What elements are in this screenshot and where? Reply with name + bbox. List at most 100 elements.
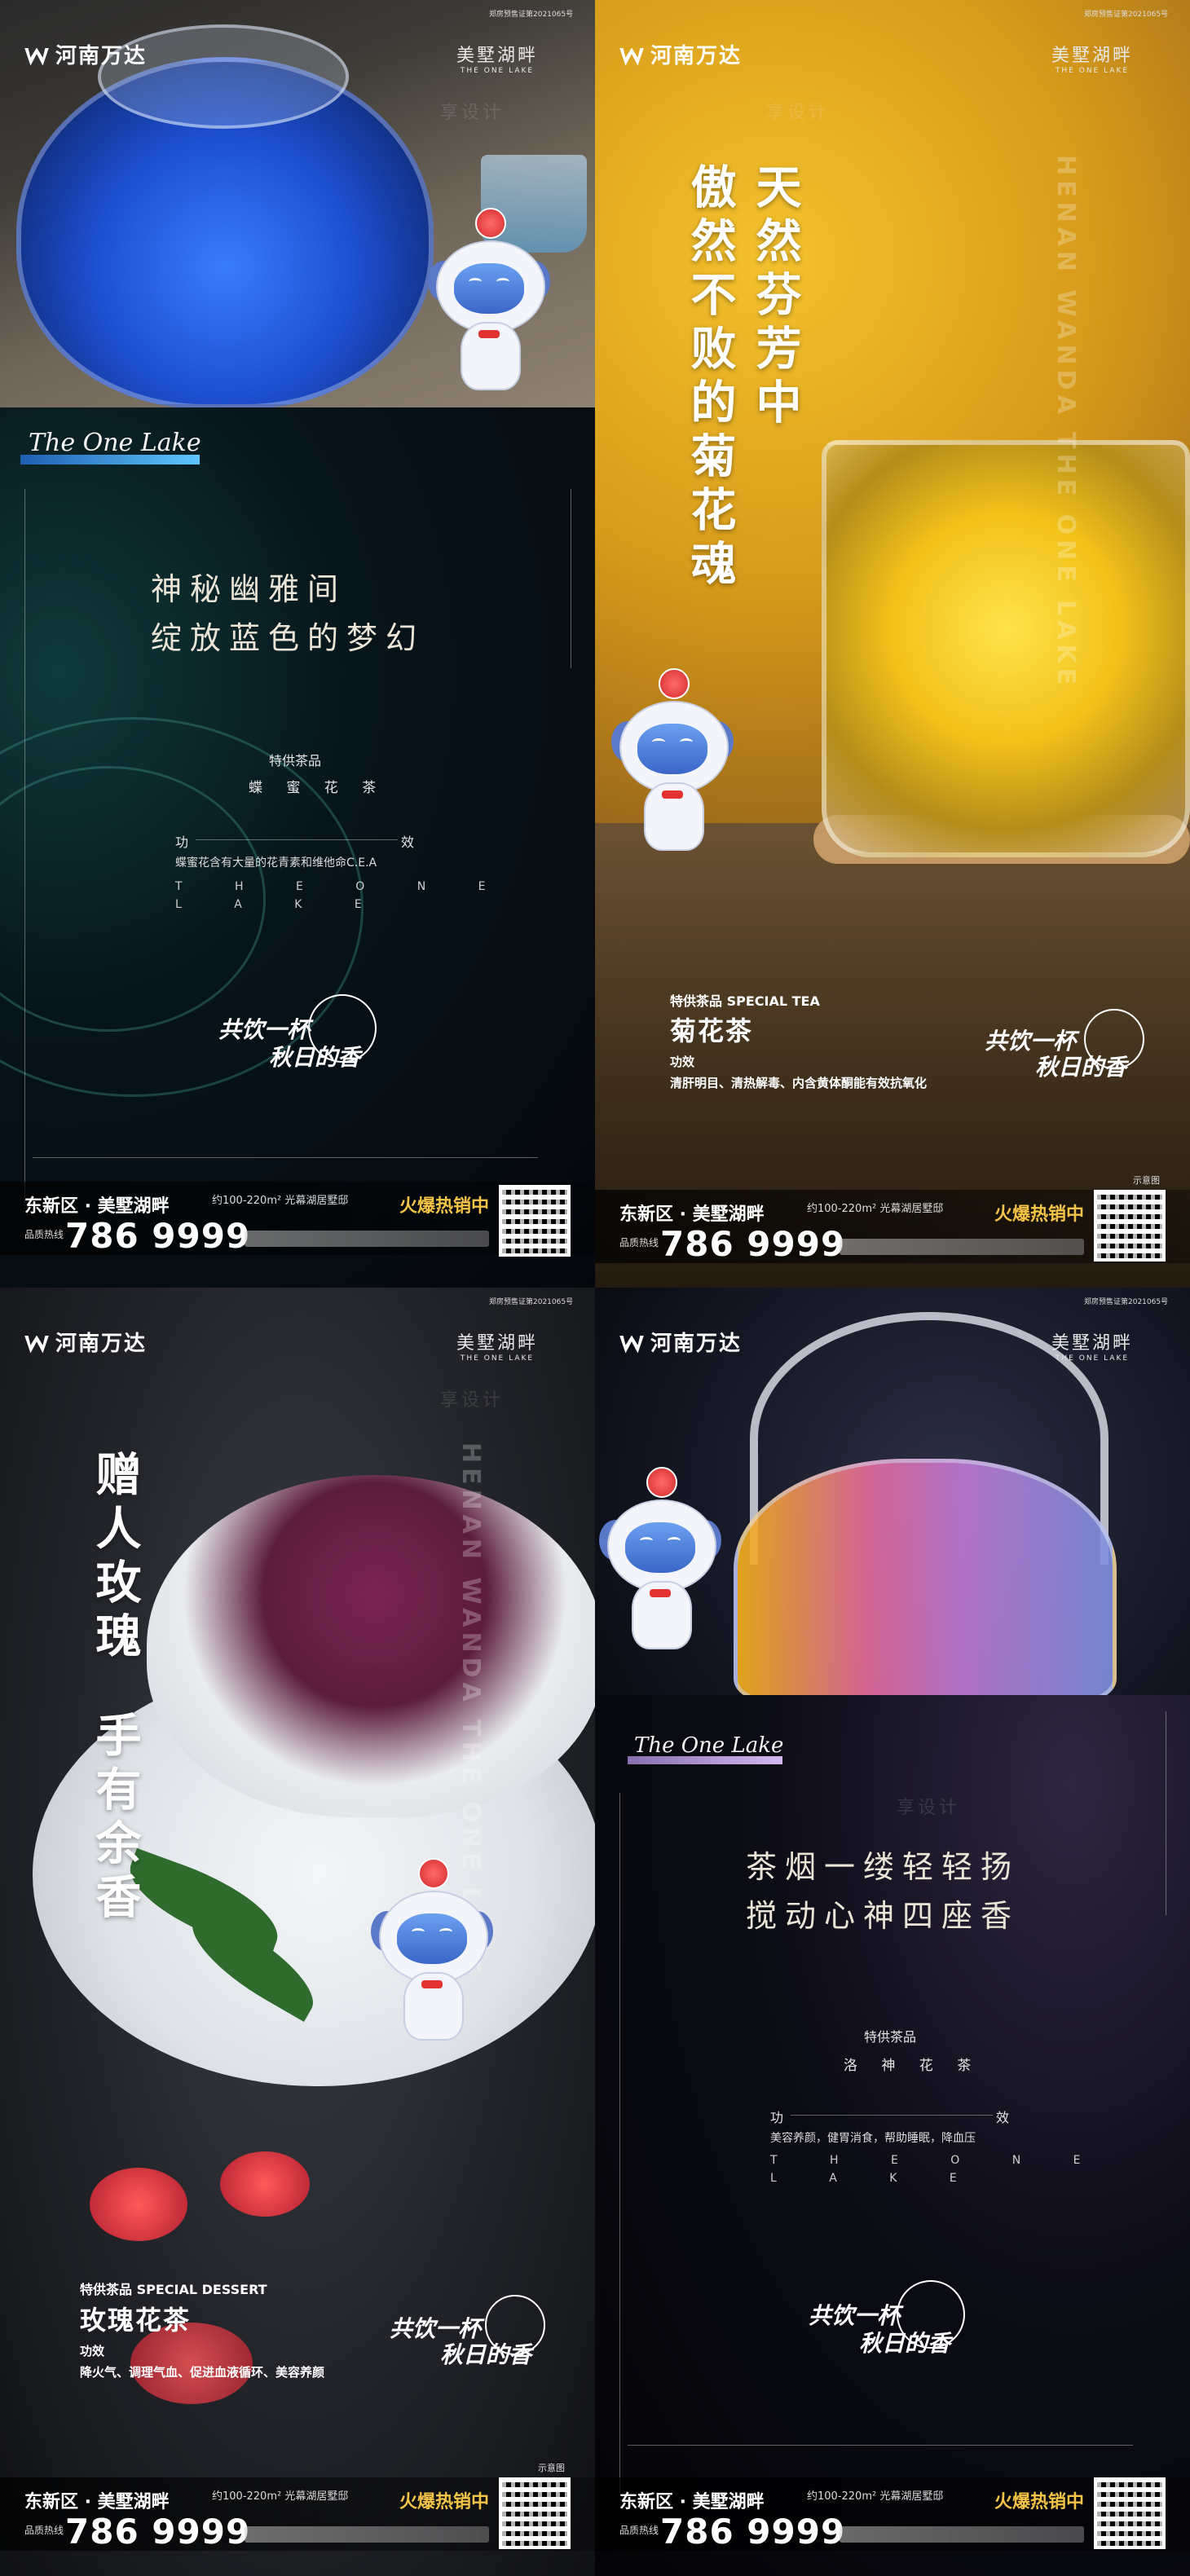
mascot-eye — [496, 278, 509, 285]
project-en: THE ONE LAKE — [460, 67, 535, 75]
phone-prefix: 品质热线 — [24, 1229, 64, 1240]
watermark: 享设计 — [440, 1390, 505, 1411]
mascot-face — [637, 724, 707, 774]
flower-tea-kettle-image — [734, 1459, 1117, 1703]
footer-hot: 火爆热销中 — [994, 2492, 1085, 2512]
mascot-eye — [412, 1928, 425, 1935]
qr-pattern — [1097, 2481, 1162, 2546]
rose-icon — [646, 1467, 677, 1498]
phone-number: 786 9999 — [660, 2512, 846, 2552]
script-logo-text: The One Lake — [634, 1733, 784, 1758]
project-logo: 美墅湖畔 THE ONE LAKE — [1051, 41, 1133, 75]
sample-label: 示意图 — [538, 2463, 565, 2473]
project-logo: 美墅湖畔 THE ONE LAKE — [456, 1328, 538, 1363]
rose-flower-image — [90, 2168, 187, 2241]
project-en: THE ONE LAKE — [460, 1354, 535, 1363]
slogan-line2: 秋日的香 — [440, 2341, 532, 2368]
footer-divider — [33, 1157, 538, 1158]
mascot-bow — [478, 330, 500, 338]
project-name: 美墅湖畔 — [1051, 46, 1134, 66]
phone-number: 786 9999 — [660, 1224, 846, 1264]
footer-bar: 东新区 · 美墅湖畔 约100-220m² 光幕湖居墅邸 火爆热销中 品质热线 … — [595, 1190, 1190, 1264]
vertical-title-line2: 傲然不败的菊花魂 — [683, 163, 736, 593]
footer-bar: 东新区 · 美墅湖畔 约100-220m² 光幕湖居墅邸 火爆热销中 品质热线 … — [0, 2477, 595, 2552]
panel-roselle: 河南万达 郑房预售证第2021065号 美墅湖畔 THE ONE LAKE Th… — [595, 1288, 1190, 2576]
chrysanthemum-glass-image — [822, 440, 1190, 857]
effect-left: 功 — [770, 2110, 784, 2125]
script-logo-text: The One Lake — [29, 429, 201, 457]
tea-name: 蝶 蜜 花 茶 — [249, 780, 386, 796]
footer-area: 约100-220m² 光幕湖居墅邸 — [212, 2490, 349, 2503]
footer-bar: 东新区 · 美墅湖畔 约100-220m² 光幕湖居墅邸 火爆热销中 品质热线 … — [0, 1182, 595, 1257]
tea-name: 洛 神 花 茶 — [844, 2058, 981, 2074]
letters-row2: L A K E — [175, 898, 386, 911]
vertical-brand-en: HENAN WANDA THE ONE LAKE — [1051, 155, 1080, 690]
project-logo: 美墅湖畔 THE ONE LAKE — [456, 41, 538, 75]
vertical-title-line1: 赠人玫瑰 — [88, 1451, 141, 1666]
slogan-line1: 共饮一杯 — [809, 2302, 901, 2329]
project-name: 美墅湖畔 — [456, 46, 539, 66]
headline-line2: 绽放蓝色的梦幻 — [151, 620, 425, 656]
qr-code[interactable] — [1094, 1190, 1166, 1262]
headline-line1: 神秘幽雅间 — [151, 571, 347, 607]
qr-pattern — [502, 1188, 567, 1253]
panel-butterfly-pea: 河南万达 郑房预售证第2021065号 美墅湖畔 THE ONE LAKE Th… — [0, 0, 595, 1288]
mascot-eye — [668, 1537, 681, 1544]
qr-code[interactable] — [1094, 2477, 1166, 2549]
logo-text: 河南万达 — [650, 44, 743, 68]
letters-row1: T H E O N E — [175, 880, 510, 893]
watermark: 享设计 — [766, 103, 831, 123]
footer-blur — [840, 2526, 1084, 2543]
mascot-face — [397, 1913, 467, 1964]
wanda-logo-icon — [24, 47, 49, 66]
vertical-title-line1: 天然芬芳中 — [748, 163, 801, 432]
rose-flower-image — [220, 2151, 310, 2217]
special-label: 特供茶品 — [269, 753, 322, 768]
footer-blur — [245, 2526, 489, 2543]
panel-chrysanthemum: 河南万达 郑房预售证第2021065号 美墅湖畔 THE ONE LAKE HE… — [595, 0, 1190, 1288]
logo-text: 河南万达 — [650, 1332, 743, 1356]
phone-prefix: 品质热线 — [619, 2525, 659, 2536]
mascot-image — [611, 668, 734, 856]
qr-code[interactable] — [499, 1185, 571, 1257]
frame-line — [24, 489, 25, 1206]
sample-label: 示意图 — [1133, 1175, 1160, 1186]
effect-label: 功效 — [670, 1055, 695, 1069]
watermark: 享设计 — [897, 1798, 961, 1818]
footer-address: 东新区 · 美墅湖畔 — [619, 2492, 765, 2512]
special-label: 特供茶品 SPECIAL TEA — [670, 993, 820, 1009]
footer-hot: 火爆热销中 — [399, 1196, 490, 1217]
phone-number: 786 9999 — [65, 2512, 251, 2552]
effect-line — [791, 2115, 993, 2116]
script-logo: The One Lake — [20, 424, 216, 481]
letters-row1: T H E O N E — [770, 2154, 1105, 2167]
footer-divider — [628, 2445, 1133, 2446]
headline-line2: 搅动心神四座香 — [746, 1898, 1020, 1934]
logo-text: 河南万达 — [55, 44, 148, 68]
mascot-eye — [680, 738, 693, 746]
slogan-line2: 秋日的香 — [269, 1044, 361, 1071]
project-name: 美墅湖畔 — [1051, 1333, 1134, 1354]
mascot-image — [371, 1858, 493, 2045]
footer-blur — [840, 1239, 1084, 1255]
wanda-logo-icon — [24, 1335, 49, 1354]
rose-icon — [475, 208, 506, 239]
frame-line — [619, 1793, 620, 2494]
wanda-logo: 河南万达 — [619, 1327, 742, 1357]
wanda-logo: 河南万达 — [24, 1327, 147, 1357]
effect-text: 清肝明目、清热解毒、内含黄体酮能有效抗氧化 — [670, 1076, 928, 1090]
permit-text: 郑房预售证第2021065号 — [1084, 11, 1169, 19]
tea-name: 玫瑰花茶 — [80, 2305, 192, 2336]
footer-blur — [245, 1231, 489, 1247]
effect-desc: 蝶蜜花含有大量的花青素和维他命C.E.A — [175, 856, 377, 870]
footer-area: 约100-220m² 光幕湖居墅邸 — [807, 1203, 944, 1215]
qr-code[interactable] — [499, 2477, 571, 2549]
qr-pattern — [1097, 1193, 1162, 1258]
slogan-line1: 共饮一杯 — [985, 1028, 1077, 1055]
effect-left: 功 — [175, 834, 189, 850]
project-en: THE ONE LAKE — [1055, 67, 1130, 75]
footer-bar: 东新区 · 美墅湖畔 约100-220m² 光幕湖居墅邸 火爆热销中 品质热线 … — [595, 2477, 1190, 2552]
wanda-logo-icon — [619, 1335, 644, 1354]
mascot-eye — [640, 1537, 653, 1544]
phone-prefix: 品质热线 — [619, 1237, 659, 1248]
